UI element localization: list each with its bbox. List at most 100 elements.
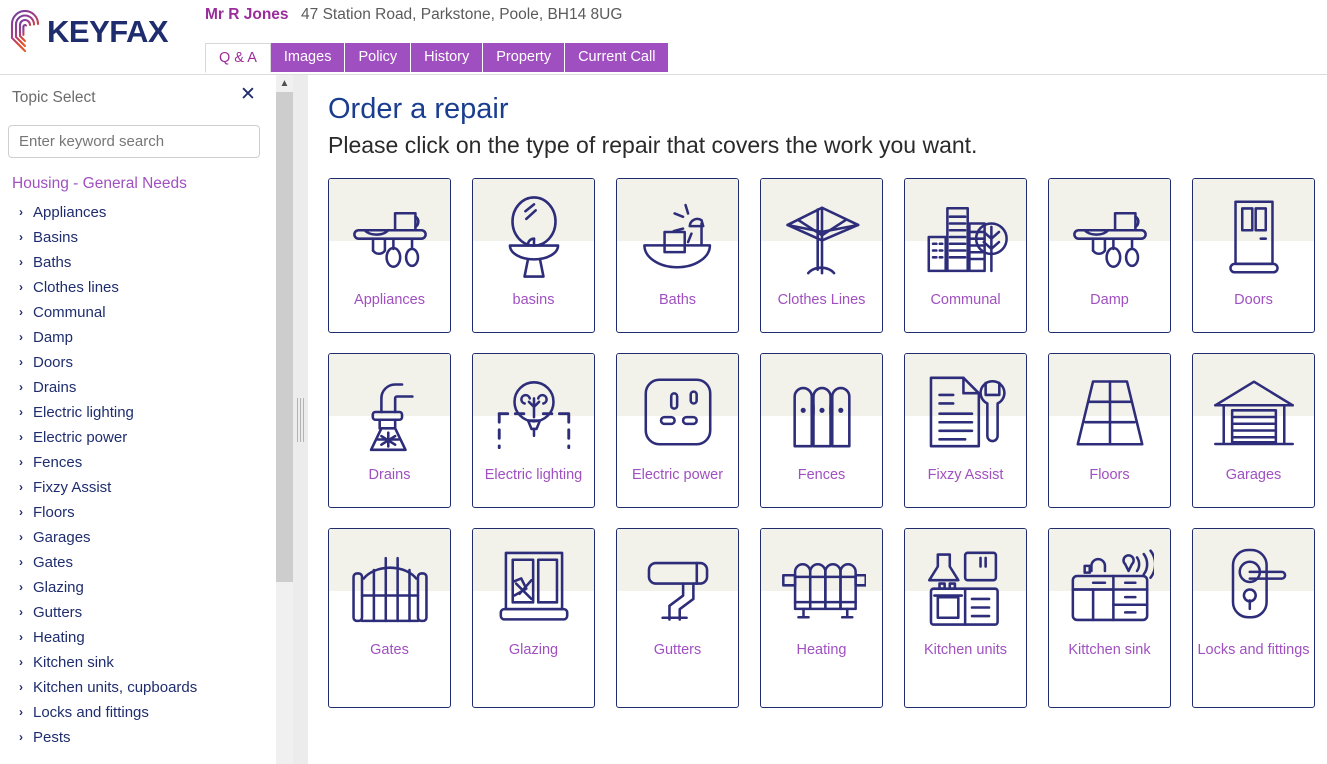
- repair-card-electric-lighting[interactable]: Electric lighting: [472, 353, 595, 508]
- card-label: Electric lighting: [484, 467, 583, 483]
- sidebar-item-pests[interactable]: › Pests: [0, 725, 276, 750]
- repair-card-clothes-lines[interactable]: Clothes Lines: [760, 178, 883, 333]
- repair-card-appliances[interactable]: Appliances: [328, 178, 451, 333]
- repair-card-fences[interactable]: Fences: [760, 353, 883, 508]
- card-label: Fixzy Assist: [927, 467, 1004, 483]
- scrollbar-thumb[interactable]: [276, 92, 293, 582]
- chevron-right-icon: ›: [19, 280, 23, 294]
- close-icon[interactable]: ✕: [238, 85, 258, 105]
- sidebar-item-electric-power[interactable]: › Electric power: [0, 425, 276, 450]
- sidebar-item-label: Kitchen sink: [33, 654, 114, 671]
- sidebar-item-label: Glazing: [33, 579, 84, 596]
- tab-q-a[interactable]: Q & A: [205, 43, 271, 73]
- sidebar-item-label: Fixzy Assist: [33, 479, 112, 496]
- sidebar-item-basins[interactable]: › Basins: [0, 225, 276, 250]
- repair-card-basins[interactable]: basins: [472, 178, 595, 333]
- panel-splitter[interactable]: [293, 75, 308, 764]
- repair-card-electric-power[interactable]: Electric power: [616, 353, 739, 508]
- repair-card-locks-and-fittings[interactable]: Locks and fittings: [1192, 528, 1315, 708]
- repair-card-kittchen-sink[interactable]: Kittchen sink: [1048, 528, 1171, 708]
- sidebar-item-label: Baths: [33, 254, 72, 271]
- card-label: Gates: [370, 642, 409, 658]
- power-socket-icon: [617, 358, 738, 466]
- tab-current-call[interactable]: Current Call: [565, 43, 669, 72]
- tab-images[interactable]: Images: [270, 43, 346, 72]
- tab-policy[interactable]: Policy: [345, 43, 412, 72]
- sidebar-item-doors[interactable]: › Doors: [0, 350, 276, 375]
- card-label: Gutters: [653, 642, 702, 658]
- sidebar-item-damp[interactable]: › Damp: [0, 325, 276, 350]
- sidebar-item-communal[interactable]: › Communal: [0, 300, 276, 325]
- sidebar-item-label: Basins: [33, 229, 79, 246]
- sidebar-scrollbar[interactable]: ▲: [276, 75, 293, 764]
- gutter-downpipe-icon: [617, 533, 738, 641]
- repair-card-communal[interactable]: Communal: [904, 178, 1027, 333]
- sidebar-item-kitchen-units-cupboards[interactable]: › Kitchen units, cupboards: [0, 675, 276, 700]
- sidebar-item-label: Kitchen units, cupboards: [33, 679, 198, 696]
- chevron-right-icon: ›: [19, 405, 23, 419]
- sidebar-item-kitchen-sink[interactable]: › Kitchen sink: [0, 650, 276, 675]
- chevron-right-icon: ›: [19, 205, 23, 219]
- chevron-right-icon: ›: [19, 555, 23, 569]
- repair-card-garages[interactable]: Garages: [1192, 353, 1315, 508]
- chevron-right-icon: ›: [19, 430, 23, 444]
- sidebar-item-garages[interactable]: › Garages: [0, 525, 276, 550]
- sidebar-item-floors[interactable]: › Floors: [0, 500, 276, 525]
- kitchen-sink-icon: [1049, 533, 1170, 641]
- sidebar-item-clothes-lines[interactable]: › Clothes lines: [0, 275, 276, 300]
- card-label: basins: [512, 292, 555, 308]
- radiator-icon: [761, 533, 882, 641]
- repair-card-baths[interactable]: Baths: [616, 178, 739, 333]
- card-label: Locks and fittings: [1197, 642, 1310, 658]
- repair-card-drains[interactable]: Drains: [328, 353, 451, 508]
- card-label: Electric power: [631, 467, 724, 483]
- sidebar-item-label: Clothes lines: [33, 279, 119, 296]
- sidebar-item-gates[interactable]: › Gates: [0, 550, 276, 575]
- bath-shower-icon: [617, 183, 738, 291]
- repair-card-heating[interactable]: Heating: [760, 528, 883, 708]
- sidebar-item-fixzy-assist[interactable]: › Fixzy Assist: [0, 475, 276, 500]
- tab-property[interactable]: Property: [483, 43, 566, 72]
- keyfax-logo[interactable]: KEYFAX: [8, 10, 169, 54]
- repair-card-doors[interactable]: Doors: [1192, 178, 1315, 333]
- repair-card-floors[interactable]: Floors: [1048, 353, 1171, 508]
- sidebar-item-label: Drains: [33, 379, 77, 396]
- repair-card-gutters[interactable]: Gutters: [616, 528, 739, 708]
- card-label: Clothes Lines: [777, 292, 866, 308]
- sidebar-item-label: Locks and fittings: [33, 704, 149, 721]
- repair-card-gates[interactable]: Gates: [328, 528, 451, 708]
- repair-card-kitchen-units[interactable]: Kitchen units: [904, 528, 1027, 708]
- logo-wordmark: KEYFAX: [47, 14, 169, 49]
- topic-list: › Appliances › Basins › Baths › Clothes lines › C…: [0, 200, 276, 750]
- sidebar-item-baths[interactable]: › Baths: [0, 250, 276, 275]
- card-label: Kittchen sink: [1068, 642, 1151, 658]
- repair-card-glazing[interactable]: Glazing: [472, 528, 595, 708]
- app-header: KEYFAX Mr R Jones 47 Station Road, Parks…: [0, 0, 1327, 75]
- sidebar-item-appliances[interactable]: › Appliances: [0, 200, 276, 225]
- sidebar-item-drains[interactable]: › Drains: [0, 375, 276, 400]
- page-subtitle: Please click on the type of repair that …: [328, 132, 978, 158]
- chevron-right-icon: ›: [19, 655, 23, 669]
- sidebar-item-glazing[interactable]: › Glazing: [0, 575, 276, 600]
- door-icon: [1193, 183, 1314, 291]
- shelf-dishes-icon: [329, 183, 450, 291]
- sidebar-item-gutters[interactable]: › Gutters: [0, 600, 276, 625]
- sidebar-item-heating[interactable]: › Heating: [0, 625, 276, 650]
- sidebar-item-label: Doors: [33, 354, 74, 371]
- topic-panel-header: Topic Select ✕: [0, 75, 276, 119]
- repair-card-fixzy-assist[interactable]: Fixzy Assist: [904, 353, 1027, 508]
- chevron-right-icon: ›: [19, 505, 23, 519]
- chevron-right-icon: ›: [19, 230, 23, 244]
- sidebar-item-label: Floors: [33, 504, 75, 521]
- sidebar-item-electric-lighting[interactable]: › Electric lighting: [0, 400, 276, 425]
- chevron-up-icon[interactable]: ▲: [276, 75, 293, 92]
- sidebar-item-fences[interactable]: › Fences: [0, 450, 276, 475]
- repair-card-damp[interactable]: Damp: [1048, 178, 1171, 333]
- tab-history[interactable]: History: [411, 43, 484, 72]
- main-panel: Order a repair Please click on the type …: [308, 75, 1327, 764]
- sidebar-item-label: Gates: [33, 554, 74, 571]
- card-label: Kitchen units: [923, 642, 1008, 658]
- sidebar-item-locks-and-fittings[interactable]: › Locks and fittings: [0, 700, 276, 725]
- search-input[interactable]: [8, 125, 260, 158]
- customer-info: Mr R Jones 47 Station Road, Parkstone, P…: [205, 6, 622, 24]
